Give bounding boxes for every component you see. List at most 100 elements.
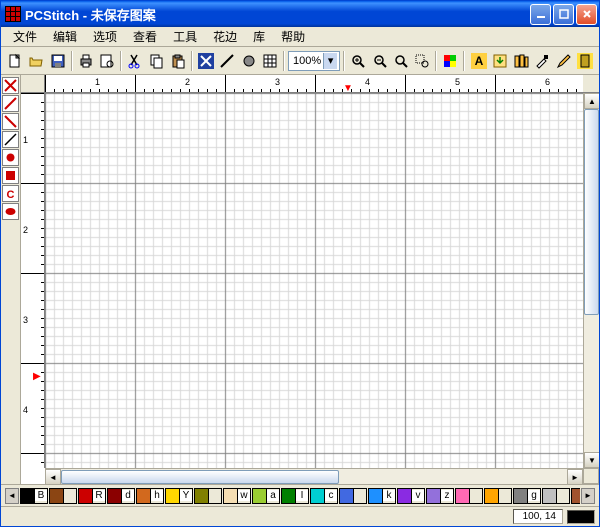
palette-swatch[interactable]: g (513, 488, 541, 504)
french-knot-tool[interactable] (2, 149, 19, 166)
zoom-fit-button[interactable] (391, 50, 411, 72)
separator (283, 51, 285, 71)
palette-swatch[interactable] (194, 488, 222, 504)
menu-edit[interactable]: 编辑 (45, 26, 85, 47)
cursor-coordinates: 100, 14 (513, 509, 563, 524)
scroll-right-button[interactable]: ► (567, 469, 583, 484)
menu-view[interactable]: 查看 (125, 26, 165, 47)
text-button[interactable]: A (468, 50, 488, 72)
palette-swatch[interactable]: d (107, 488, 135, 504)
current-color-swatch[interactable] (567, 510, 595, 524)
main-toolbar: 100% ▾ A (1, 47, 599, 75)
palette-swatch[interactable] (542, 488, 570, 504)
vertical-ruler[interactable]: 1234▶ (21, 93, 45, 468)
window-title: PCStitch - 未保存图案 (25, 5, 530, 24)
separator (71, 51, 73, 71)
palette-swatch[interactable]: Y (165, 488, 193, 504)
separator (435, 51, 437, 71)
zoom-in-button[interactable] (348, 50, 368, 72)
palette-swatch[interactable]: v (397, 488, 425, 504)
palette-swatch[interactable] (455, 488, 483, 504)
separator (463, 51, 465, 71)
new-button[interactable] (5, 50, 25, 72)
eyedropper-button[interactable] (532, 50, 552, 72)
menu-options[interactable]: 选项 (85, 26, 125, 47)
app-icon (5, 6, 21, 22)
palette-swatch[interactable]: h (136, 488, 164, 504)
copy-button[interactable] (147, 50, 167, 72)
import-button[interactable] (490, 50, 510, 72)
palette-swatch[interactable]: s (571, 488, 580, 504)
palette-swatch[interactable]: c (310, 488, 338, 504)
half-cross-tool[interactable] (2, 95, 19, 112)
menu-tools[interactable]: 工具 (165, 26, 205, 47)
menu-help[interactable]: 帮助 (273, 26, 313, 47)
canvas-viewport[interactable] (45, 93, 583, 468)
zoom-out-button[interactable] (369, 50, 389, 72)
minimize-button[interactable] (530, 4, 551, 25)
print-preview-button[interactable] (97, 50, 117, 72)
menu-library[interactable]: 库 (245, 26, 273, 47)
horizontal-ruler[interactable]: 123456▼ (45, 75, 583, 93)
scroll-thumb-h[interactable] (61, 470, 339, 484)
palette-swatch[interactable]: w (223, 488, 251, 504)
maximize-button[interactable] (553, 4, 574, 25)
bead-button[interactable] (239, 50, 259, 72)
cut-button[interactable] (125, 50, 145, 72)
backstitch-button[interactable] (217, 50, 237, 72)
cross-stitch-button[interactable] (196, 50, 216, 72)
save-button[interactable] (48, 50, 68, 72)
menubar: 文件 编辑 选项 查看 工具 花边 库 帮助 (1, 27, 599, 47)
square-tool[interactable] (2, 167, 19, 184)
palette-next-button[interactable]: ► (581, 488, 595, 504)
backstitch-tool[interactable] (2, 131, 19, 148)
vertical-scrollbar[interactable]: ▲ ▼ (583, 93, 599, 468)
full-cross-tool[interactable] (2, 77, 19, 94)
palette-swatch[interactable] (339, 488, 367, 504)
close-button[interactable] (576, 4, 597, 25)
separator (120, 51, 122, 71)
palette-button[interactable] (440, 50, 460, 72)
open-button[interactable] (26, 50, 46, 72)
paste-button[interactable] (168, 50, 188, 72)
canvas-area: 123456▼ 1234▶ ▲ ▼ ◄ ► (21, 75, 599, 484)
zoom-combobox[interactable]: 100% ▾ (288, 51, 340, 71)
palette-swatch[interactable]: a (252, 488, 280, 504)
ruler-corner (21, 75, 45, 93)
letter-c-tool[interactable]: C (2, 185, 19, 202)
zoom-area-button[interactable] (412, 50, 432, 72)
menu-file[interactable]: 文件 (5, 26, 45, 47)
left-toolbox: C (1, 75, 21, 484)
palette-swatch[interactable] (484, 488, 512, 504)
palette-swatch[interactable] (49, 488, 77, 504)
scroll-down-button[interactable]: ▼ (584, 452, 599, 468)
svg-text:A: A (474, 54, 483, 68)
titlebar[interactable]: PCStitch - 未保存图案 (1, 1, 599, 27)
stitch-grid[interactable] (45, 93, 583, 468)
highlight-button[interactable] (575, 50, 595, 72)
workspace: C 123456▼ 1234▶ ▲ ▼ (1, 75, 599, 484)
quarter-tool[interactable] (2, 113, 19, 130)
palette-swatch[interactable]: z (426, 488, 454, 504)
grid-button[interactable] (260, 50, 280, 72)
palette-swatch[interactable]: R (78, 488, 106, 504)
palette-swatches: BRdhYwaIckvzgsW (20, 488, 580, 504)
oval-tool[interactable] (2, 203, 19, 220)
library-button[interactable] (511, 50, 531, 72)
scroll-up-button[interactable]: ▲ (584, 93, 599, 109)
scroll-left-button[interactable]: ◄ (45, 469, 61, 484)
menu-lace[interactable]: 花边 (205, 26, 245, 47)
chevron-down-icon: ▾ (323, 53, 337, 69)
window-controls (530, 4, 597, 25)
app-window: PCStitch - 未保存图案 文件 编辑 选项 查看 工具 花边 库 帮助 (0, 0, 600, 527)
svg-text:C: C (7, 189, 15, 200)
palette-swatch[interactable]: k (368, 488, 396, 504)
horizontal-scrollbar[interactable]: ◄ ► (45, 468, 583, 484)
palette-prev-button[interactable]: ◄ (5, 488, 19, 504)
statusbar: 100, 14 (1, 506, 599, 526)
palette-swatch[interactable]: I (281, 488, 309, 504)
palette-swatch[interactable]: B (20, 488, 48, 504)
print-button[interactable] (76, 50, 96, 72)
scroll-thumb-v[interactable] (584, 109, 599, 315)
pencil-button[interactable] (553, 50, 573, 72)
